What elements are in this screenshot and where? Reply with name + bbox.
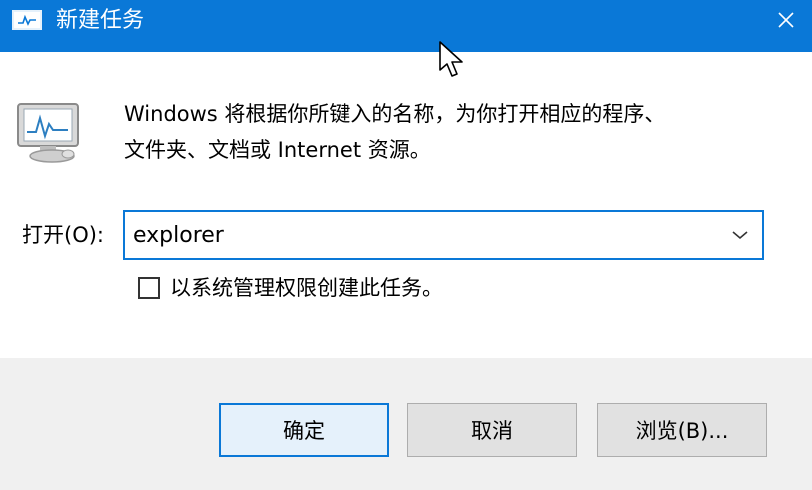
open-combobox[interactable] [123,210,764,260]
admin-checkbox[interactable] [138,277,160,299]
ok-button[interactable]: 确定 [219,403,389,457]
close-icon [778,12,794,28]
admin-option[interactable]: 以系统管理权限创建此任务。 [138,273,443,303]
title-bar: 新建任务 [0,0,812,52]
description-text: Windows 将根据你所键入的名称，为你打开相应的程序、 文件夹、文档或 In… [124,96,764,168]
open-input[interactable] [133,212,713,258]
chevron-down-icon [732,231,748,240]
run-dialog-icon [16,100,86,168]
close-button[interactable] [760,0,812,40]
open-label: 打开(O): [22,223,104,247]
admin-checkbox-label: 以系统管理权限创建此任务。 [170,276,443,300]
dropdown-button[interactable] [718,212,762,258]
cancel-button[interactable]: 取消 [407,403,577,457]
description-line-1: Windows 将根据你所键入的名称，为你打开相应的程序、 [124,102,666,126]
app-run-icon [12,10,42,30]
description-line-2: 文件夹、文档或 Internet 资源。 [124,138,431,162]
browse-button[interactable]: 浏览(B)... [597,403,767,457]
mouse-pointer-icon [438,40,466,84]
window-title: 新建任务 [56,8,145,33]
